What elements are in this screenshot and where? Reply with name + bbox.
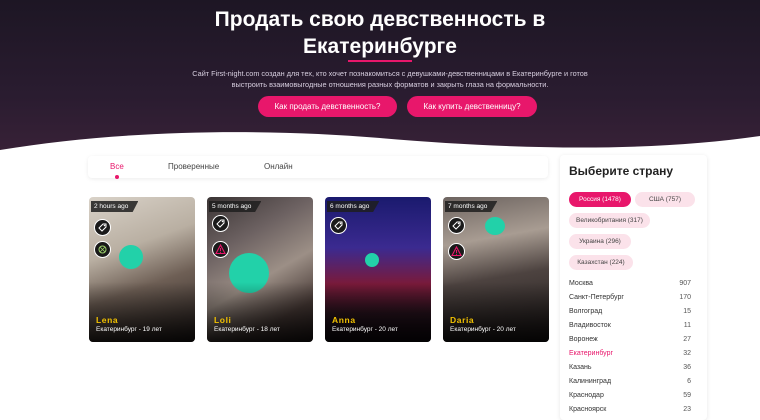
face-blur (365, 253, 379, 267)
face-blur (119, 245, 143, 269)
city-link[interactable]: Москва 907 (569, 280, 691, 287)
city-link[interactable]: Калининград 6 (569, 378, 691, 385)
profile-name: Lena (96, 315, 119, 325)
tab-online[interactable]: Онлайн (264, 162, 293, 171)
country-chip-ukraine[interactable]: Украина (296) (569, 234, 631, 249)
hero-description: Сайт First-night.com создан для тех, кто… (175, 68, 605, 90)
profile-name: Anna (332, 315, 356, 325)
active-tab-indicator (115, 175, 119, 179)
sidebar-title: Выберите страну (569, 164, 674, 178)
how-to-buy-button[interactable]: Как купить девственницу? (407, 96, 537, 117)
profile-city-age: Екатеринбург - 18 лет (214, 326, 280, 333)
city-count: 59 (683, 392, 691, 399)
city-count: 15 (683, 308, 691, 315)
city-link[interactable]: Краснодар 59 (569, 392, 691, 399)
face-blur (485, 217, 505, 235)
verified-tag-icon (94, 219, 111, 236)
page-title-line2: Екатеринбурге (303, 35, 457, 58)
city-count: 36 (683, 364, 691, 371)
verified-tag-icon (330, 217, 347, 234)
profile-card[interactable]: 2 hours ago Lena Екатеринбург - 19 лет (89, 197, 195, 342)
tab-verified[interactable]: Проверенные (168, 162, 219, 171)
country-chip-usa[interactable]: США (757) (635, 192, 695, 207)
country-chip-russia[interactable]: Россия (1478) (569, 192, 631, 207)
warning-icon (212, 241, 229, 258)
posted-time-badge: 2 hours ago (91, 201, 139, 212)
verified-tag-icon (212, 215, 229, 232)
posted-time-badge: 6 months ago (327, 201, 380, 212)
city-link[interactable]: Волгоград 15 (569, 308, 691, 315)
verified-tag-icon (448, 217, 465, 234)
posted-time-badge: 5 months ago (209, 201, 262, 212)
profile-name: Daria (450, 315, 475, 325)
profile-name: Loli (214, 315, 232, 325)
page-title: Продать свою девственность в Екатеринбур… (0, 6, 760, 60)
posted-time-badge: 7 months ago (445, 201, 498, 212)
profile-city-age: Екатеринбург - 20 лет (450, 326, 516, 333)
profile-card[interactable]: 5 months ago Loli Екатеринбург - 18 лет (207, 197, 313, 342)
city-count: 907 (679, 280, 691, 287)
profile-card[interactable]: 6 months ago Anna Екатеринбург - 20 лет (325, 197, 431, 342)
city-link[interactable]: Казань 36 (569, 364, 691, 371)
country-chip-kazakhstan[interactable]: Казахстан (224) (569, 255, 633, 270)
country-chip-uk[interactable]: Великобритания (317) (569, 213, 650, 228)
hero-description-line2: выстроить взаимовыгодные отношения разны… (231, 80, 549, 89)
title-underline (348, 60, 412, 62)
hero-description-line1: Сайт First-night.com создан для тех, кто… (192, 69, 588, 78)
city-link[interactable]: Красноярск 23 (569, 406, 691, 413)
city-count: 23 (683, 406, 691, 413)
hero-banner: Продать свою девственность в Екатеринбур… (0, 0, 760, 160)
city-count: 170 (679, 294, 691, 301)
how-to-sell-button[interactable]: Как продать девственность? (258, 96, 397, 117)
warning-icon (448, 243, 465, 260)
zodiac-icon (94, 241, 111, 258)
country-sidebar: Выберите страну Россия (1478) США (757) … (560, 155, 707, 420)
profile-city-age: Екатеринбург - 19 лет (96, 326, 162, 333)
tab-all[interactable]: Все (110, 162, 124, 171)
city-link[interactable]: Владивосток 11 (569, 322, 691, 329)
city-link-active[interactable]: Екатеринбург 32 (569, 350, 691, 357)
city-count: 32 (683, 350, 691, 357)
page-title-line1: Продать свою девственность в (214, 8, 546, 31)
city-link[interactable]: Воронеж 27 (569, 336, 691, 343)
city-count: 11 (683, 322, 691, 329)
profile-card[interactable]: 7 months ago Daria Екатеринбург - 20 лет (443, 197, 549, 342)
filter-tabs: Все Проверенные Онлайн (88, 156, 548, 179)
city-link[interactable]: Санкт-Петербург 170 (569, 294, 691, 301)
city-count: 27 (683, 336, 691, 343)
city-count: 6 (687, 378, 691, 385)
profile-city-age: Екатеринбург - 20 лет (332, 326, 398, 333)
